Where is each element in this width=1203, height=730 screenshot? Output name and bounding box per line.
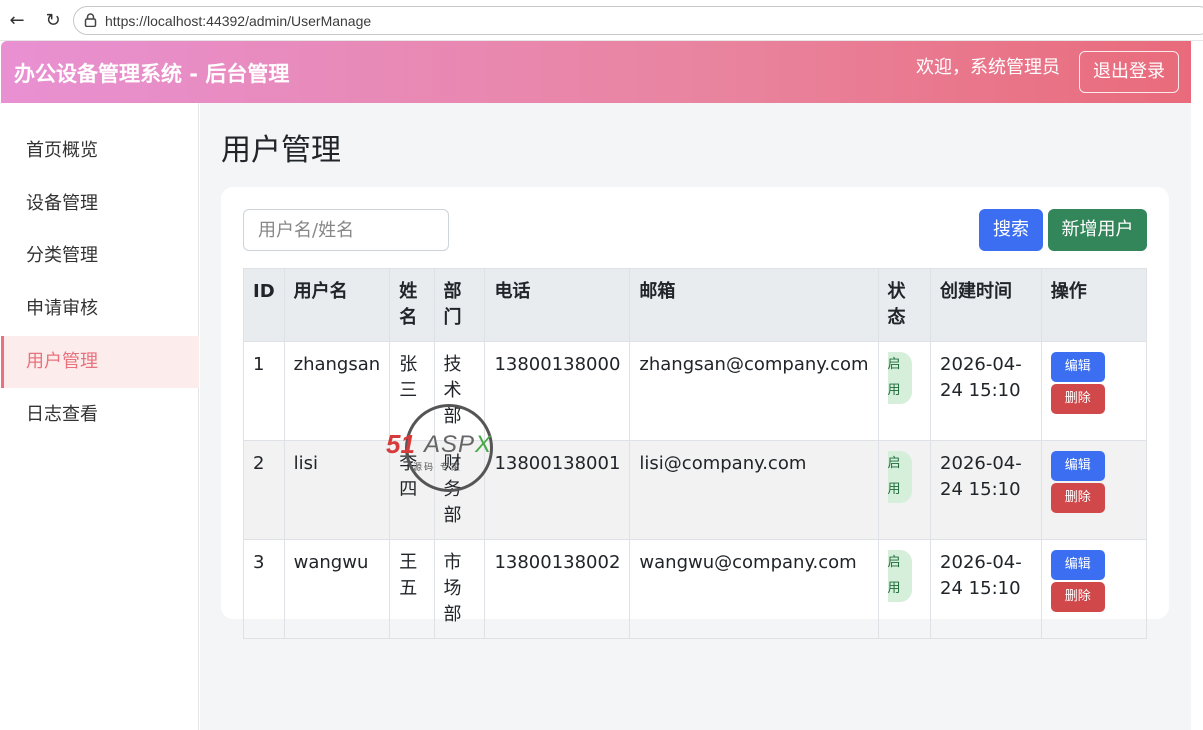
cell-email: wangwu@company.com	[629, 539, 879, 639]
sidebar-item-logs[interactable]: 日志查看	[1, 389, 199, 441]
cell-created: 2026-04-24 15:10	[930, 341, 1042, 441]
cell-actions: 编辑 删除	[1040, 440, 1148, 540]
app-header: 办公设备管理系统 - 后台管理 欢迎，系统管理员 退出登录	[1, 41, 1191, 103]
sidebar-item-categories[interactable]: 分类管理	[1, 230, 199, 282]
sidebar-item-dashboard[interactable]: 首页概览	[1, 125, 199, 177]
delete-button[interactable]: 删除	[1050, 483, 1105, 513]
table-row: 1 zhangsan 张三 技术部 13800138000 zhangsan@c…	[243, 341, 1148, 441]
column-header-status[interactable]: 状态	[877, 268, 932, 342]
table-header-row: ID 用户名 姓名 部门 电话 邮箱 状态 创建时间 操作	[243, 268, 1148, 342]
cell-email: zhangsan@company.com	[629, 341, 879, 441]
column-header-email[interactable]: 邮箱	[629, 268, 879, 342]
cell-dept: 财务部	[433, 440, 486, 540]
cell-actions: 编辑 删除	[1040, 341, 1148, 441]
cell-created: 2026-04-24 15:10	[930, 539, 1042, 639]
column-header-actions: 操作	[1040, 268, 1148, 342]
sidebar-item-approvals[interactable]: 申请审核	[1, 283, 199, 335]
column-header-phone[interactable]: 电话	[484, 268, 631, 342]
browser-toolbar: ← ↻ https://localhost:44392/admin/UserMa…	[0, 0, 1203, 41]
user-card: 搜索 新增用户 ID 用户名 姓名 部门 电话 邮箱 状态 创建时间 操作 1	[221, 187, 1169, 639]
cell-status: 启用	[877, 539, 932, 639]
cell-id: 3	[243, 539, 285, 639]
back-arrow-icon[interactable]: ←	[6, 10, 28, 32]
cell-id: 2	[243, 440, 285, 540]
cell-username: wangwu	[283, 539, 391, 639]
status-badge: 启用	[887, 352, 912, 404]
cell-phone: 13800138000	[484, 341, 631, 441]
sidebar-item-users[interactable]: 用户管理	[1, 336, 199, 388]
page-title: 用户管理	[221, 133, 341, 168]
cell-phone: 13800138001	[484, 440, 631, 540]
edit-button[interactable]: 编辑	[1050, 550, 1105, 580]
add-user-button[interactable]: 新增用户	[1048, 209, 1147, 251]
cell-dept: 市场部	[433, 539, 486, 639]
side-panel-edge	[1191, 41, 1203, 730]
cell-name: 李四	[389, 440, 435, 540]
cell-name: 王五	[389, 539, 435, 639]
search-button[interactable]: 搜索	[979, 209, 1043, 251]
status-badge: 启用	[887, 550, 912, 602]
cell-name: 张三	[389, 341, 435, 441]
column-header-name[interactable]: 姓名	[389, 268, 435, 342]
cell-created: 2026-04-24 15:10	[930, 440, 1042, 540]
cell-dept: 技术部	[433, 341, 486, 441]
table-row: 3 wangwu 王五 市场部 13800138002 wangwu@compa…	[243, 539, 1148, 639]
reload-icon[interactable]: ↻	[42, 10, 64, 32]
app-title: 办公设备管理系统 - 后台管理	[14, 62, 290, 86]
edit-button[interactable]: 编辑	[1050, 451, 1105, 481]
cell-id: 1	[243, 341, 285, 441]
search-input[interactable]	[243, 209, 449, 251]
address-bar[interactable]: https://localhost:44392/admin/UserManage	[73, 6, 1203, 35]
logout-button[interactable]: 退出登录	[1079, 51, 1179, 93]
column-header-created[interactable]: 创建时间	[930, 268, 1042, 342]
sidebar: 首页概览 设备管理 分类管理 申请审核 用户管理 日志查看	[1, 103, 199, 730]
main-content: 用户管理 搜索 新增用户 ID 用户名 姓名 部门 电话 邮箱 状态 创建时间 …	[200, 103, 1191, 730]
column-header-id[interactable]: ID	[243, 268, 285, 342]
status-badge: 启用	[887, 451, 912, 503]
welcome-text: 欢迎，系统管理员	[916, 57, 1060, 78]
cell-username: lisi	[283, 440, 391, 540]
cell-phone: 13800138002	[484, 539, 631, 639]
cell-username: zhangsan	[283, 341, 391, 441]
delete-button[interactable]: 删除	[1050, 582, 1105, 612]
sidebar-item-devices[interactable]: 设备管理	[1, 178, 199, 230]
user-table: ID 用户名 姓名 部门 电话 邮箱 状态 创建时间 操作 1 zhangsan…	[243, 268, 1148, 639]
url-text: https://localhost:44392/admin/UserManage	[105, 13, 372, 29]
cell-email: lisi@company.com	[629, 440, 879, 540]
edit-button[interactable]: 编辑	[1050, 352, 1105, 382]
lock-icon	[84, 13, 97, 27]
cell-status: 启用	[877, 440, 932, 540]
table-row: 2 lisi 李四 财务部 13800138001 lisi@company.c…	[243, 440, 1148, 540]
delete-button[interactable]: 删除	[1050, 384, 1105, 414]
cell-actions: 编辑 删除	[1040, 539, 1148, 639]
column-header-username[interactable]: 用户名	[283, 268, 391, 342]
column-header-dept[interactable]: 部门	[433, 268, 486, 342]
cell-status: 启用	[877, 341, 932, 441]
